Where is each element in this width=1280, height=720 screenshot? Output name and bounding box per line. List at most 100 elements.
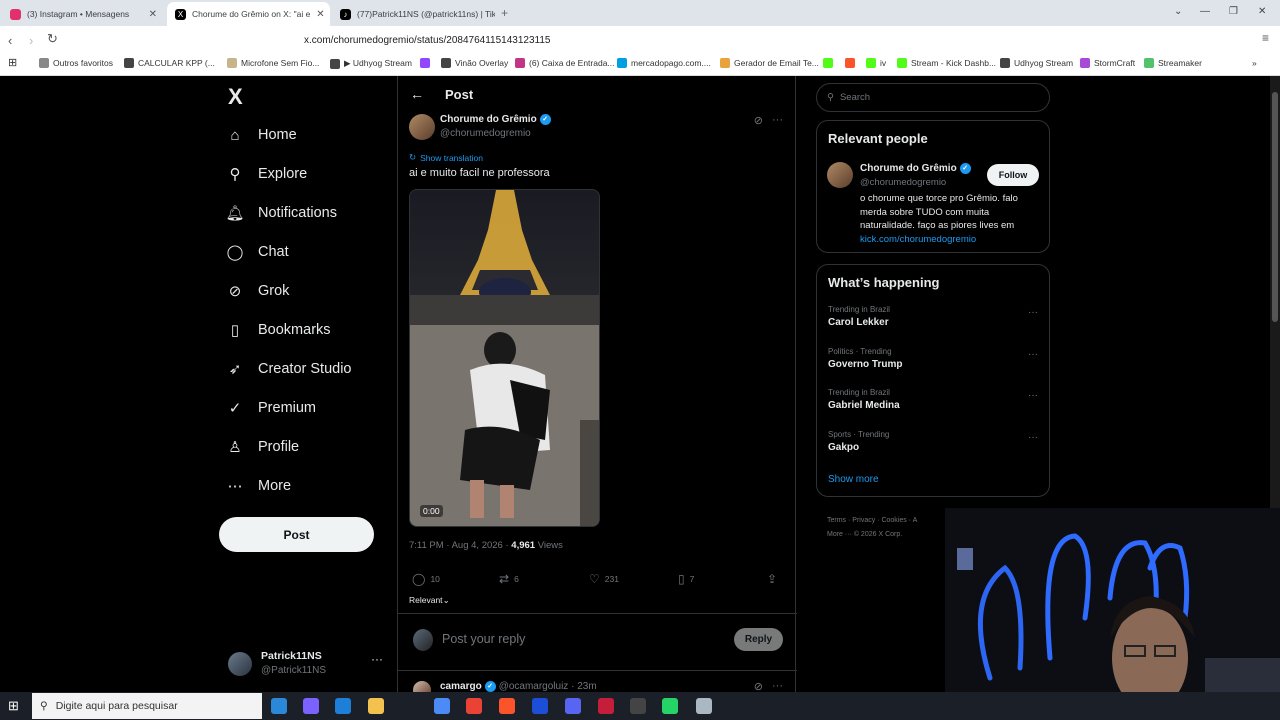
close-tab-icon[interactable]: ✕ [316, 9, 324, 20]
person-handle[interactable]: @chorumedogremio [860, 177, 946, 188]
tab-tiktok[interactable]: ♪ (77)Patrick11NS (@patrick11ns) | Tik ✕ [332, 2, 495, 26]
minimize-button[interactable]: — [1200, 6, 1210, 17]
share-action[interactable]: ⇪ [767, 572, 777, 586]
reply-author[interactable]: camargo ✓ @ocamargoluiz · 23m [440, 681, 597, 692]
bookmark-item[interactable]: Microfone Sem Fio... [227, 58, 319, 68]
like-action[interactable]: ♡ 231 [589, 572, 619, 586]
account-switcher[interactable]: Patrick11NS @Patrick11NS ··· [226, 648, 391, 680]
reply-action[interactable]: ◯ 10 [412, 572, 440, 586]
nav-item-bookmarks[interactable]: ▯ Bookmarks [226, 321, 331, 339]
taskbar-app-icon[interactable] [662, 698, 678, 714]
tab-instagram[interactable]: (3) Instagram • Mensagens ✕ [2, 2, 165, 26]
nav-item-notifications[interactable]: 🔔︎ Notifications [225, 204, 337, 222]
nav-item-premium[interactable]: ✓ Premium [226, 399, 316, 417]
footer-line[interactable]: Terms · Privacy · Cookies · A [827, 514, 917, 528]
reply-input[interactable]: Post your reply [442, 632, 525, 646]
trend-item[interactable]: Politics · Trending Governo Trump ··· [828, 347, 1038, 370]
tab-x-post[interactable]: X Chorume do Grêmio on X: "ai e ✕ [167, 2, 330, 26]
taskbar-search[interactable]: ⚲ Digite aqui para pesquisar [32, 693, 262, 719]
video-player[interactable]: 0:00 [409, 189, 600, 527]
footer-line[interactable]: More ··· © 2026 X Corp. [827, 528, 917, 542]
close-tab-icon[interactable]: ✕ [149, 9, 157, 20]
reply-author-avatar[interactable] [413, 681, 431, 692]
scrollbar-thumb[interactable] [1272, 92, 1278, 322]
more-icon[interactable]: ··· [772, 114, 783, 127]
reload-icon[interactable]: ↻ [47, 31, 58, 47]
more-icon[interactable]: ··· [1028, 349, 1038, 360]
nav-item-chat[interactable]: ◯ Chat [226, 243, 289, 261]
taskbar-app-icon[interactable] [565, 698, 581, 714]
grok-icon[interactable]: ⊘ [754, 680, 763, 692]
more-icon[interactable]: ··· [772, 680, 783, 692]
tab-search-icon[interactable]: ⌄ [1174, 6, 1182, 17]
window-close-button[interactable]: ✕ [1258, 6, 1266, 17]
person-avatar[interactable] [827, 162, 853, 188]
grok-icon[interactable]: ⊘ [754, 114, 763, 127]
bio-link[interactable]: kick.com/chorumedogremio [860, 234, 976, 245]
bookmark-item[interactable]: mercadopago.com.... [617, 58, 711, 68]
more-icon[interactable]: ··· [1028, 390, 1038, 401]
taskbar-app-icon[interactable] [630, 698, 646, 714]
browser-menu-icon[interactable]: ≡ [1262, 31, 1269, 45]
windows-start-icon[interactable]: ⊞ [8, 698, 19, 714]
trend-item[interactable]: Trending in Brazil Carol Lekker ··· [828, 305, 1038, 328]
nav-item-creator-studio[interactable]: ➶ Creator Studio [226, 360, 352, 378]
nav-item-more[interactable]: ⋯ More [226, 477, 292, 495]
bookmark-item[interactable]: (6) Caixa de Entrada... [515, 58, 615, 68]
search-input[interactable]: ⚲ Search [816, 83, 1050, 112]
x-logo[interactable]: X [228, 84, 243, 110]
person-name[interactable]: Chorume do Grêmio ✓ [860, 163, 971, 174]
taskbar-app-icon[interactable] [598, 698, 614, 714]
more-bookmarks-icon[interactable]: » [1252, 58, 1257, 68]
bookmark-item[interactable]: iv [866, 58, 886, 68]
author-avatar[interactable] [409, 114, 435, 140]
bookmark-item[interactable] [845, 58, 855, 68]
url-field[interactable]: x.com/chorumedogremio/status/20847641151… [258, 29, 1128, 51]
trend-item[interactable]: Trending in Brazil Gabriel Medina ··· [828, 388, 1038, 411]
taskbar-app-icon[interactable] [466, 698, 482, 714]
taskbar-app-icon[interactable] [434, 698, 450, 714]
taskbar-app-icon[interactable] [696, 698, 712, 714]
forward-icon[interactable]: › [29, 33, 33, 48]
repost-action[interactable]: ⇄ 6 [499, 572, 519, 586]
bookmark-item[interactable]: Udhyog Stream [1000, 58, 1073, 68]
back-icon[interactable]: ‹ [8, 33, 12, 48]
nav-item-home[interactable]: ⌂ Home [226, 126, 296, 144]
taskbar-app-icon[interactable] [368, 698, 384, 714]
bookmark-item[interactable]: Streamaker [1144, 58, 1202, 68]
more-icon[interactable]: ··· [1028, 307, 1038, 318]
bookmark-item[interactable] [420, 58, 430, 68]
taskbar-app-icon[interactable] [303, 698, 319, 714]
taskbar-app-icon[interactable] [499, 698, 515, 714]
trend-item[interactable]: Sports · Trending Gakpo ··· [828, 430, 1038, 453]
nav-item-grok[interactable]: ⊘ Grok [226, 282, 290, 300]
post-timestamp[interactable]: 7:11 PM · Aug 4, 2026 · [409, 540, 511, 551]
bookmark-item[interactable]: ▶ Udhyog Stream [330, 58, 412, 69]
reply-sort-dropdown[interactable]: Relevant⌄ [409, 595, 450, 606]
post-button[interactable]: Post [219, 517, 374, 552]
show-translation-link[interactable]: ↻ Show translation [409, 152, 483, 163]
bookmark-item[interactable]: Vinão Overlay [441, 58, 508, 68]
follow-button[interactable]: Follow [987, 164, 1039, 186]
taskbar-app-icon[interactable] [532, 698, 548, 714]
back-arrow-icon[interactable]: ← [410, 86, 424, 102]
new-tab-button[interactable]: + [501, 6, 508, 20]
bookmark-item[interactable]: StormCraft [1080, 58, 1135, 68]
apps-grid-icon[interactable]: ⊞ [8, 56, 17, 69]
restore-button[interactable]: ❐ [1229, 6, 1238, 17]
author-handle[interactable]: @chorumedogremio [440, 128, 531, 139]
bookmark-action[interactable]: ▯ 7 [678, 572, 694, 586]
taskbar-app-icon[interactable] [271, 698, 287, 714]
more-icon[interactable]: ··· [371, 652, 383, 666]
nav-item-explore[interactable]: ⚲ Explore [226, 165, 308, 183]
bookmark-item[interactable]: CALCULAR KPP (... [124, 58, 215, 68]
author-name[interactable]: Chorume do Grêmio ✓ [440, 114, 551, 125]
bookmark-item[interactable]: Outros favoritos [39, 58, 113, 68]
reply-button[interactable]: Reply [734, 628, 783, 651]
bookmark-item[interactable]: Stream - Kick Dashb... [897, 58, 996, 68]
show-more-link[interactable]: Show more [828, 474, 879, 485]
bookmark-item[interactable]: Gerador de Email Te... [720, 58, 819, 68]
more-icon[interactable]: ··· [1028, 432, 1038, 443]
bookmark-item[interactable] [823, 58, 833, 68]
taskbar-app-icon[interactable] [335, 698, 351, 714]
